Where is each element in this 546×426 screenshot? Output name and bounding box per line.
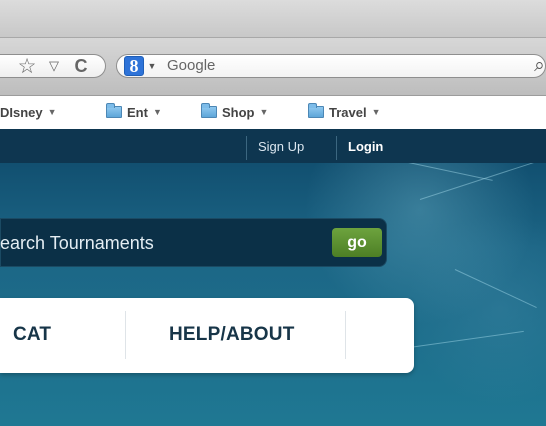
bookmark-disney[interactable]: DIsney ▼ [0,101,57,123]
search-icon[interactable]: ⌕ [533,55,546,76]
tournament-search-input[interactable]: earch Tournaments [0,233,154,254]
folder-icon [106,103,122,118]
star-icon[interactable]: ☆ [16,55,38,78]
bookmark-shop[interactable]: Shop ▼ [201,101,268,123]
search-input[interactable]: Google [167,57,215,74]
chevron-down-icon: ▼ [47,107,57,117]
bookmark-label: DIsney [0,104,43,120]
browser-window: ☆ ▽ C 8 ▼ Google ⌕ DIsney ▼ Ent ▼ Shop ▼… [0,0,546,426]
login-link[interactable]: Login [348,139,383,154]
bookmark-travel[interactable]: Travel ▼ [308,101,381,123]
browser-titlebar [0,0,546,38]
refresh-icon[interactable]: C [70,56,92,76]
map-line [454,269,537,308]
chevron-down-icon: ▼ [371,107,381,117]
map-line [394,330,524,350]
google-logo-icon[interactable]: 8 [124,56,144,76]
website-hero [0,129,546,426]
bookmark-ent[interactable]: Ent ▼ [106,101,162,123]
go-button[interactable]: go [332,228,382,257]
folder-icon [308,103,324,118]
bookmark-label: Travel [329,104,367,120]
signup-link[interactable]: Sign Up [258,139,304,154]
menu-divider [345,311,346,359]
chevron-down-icon: ▼ [152,107,162,117]
nav-divider [246,136,247,160]
menu-item-cat[interactable]: CAT [13,324,51,346]
menu-divider [125,311,126,359]
bookmark-label: Shop [222,104,255,120]
bookmark-label: Ent [127,104,148,120]
folder-icon [201,103,217,118]
menu-item-help-about[interactable]: HELP/ABOUT [169,324,295,346]
triangle-down-icon[interactable]: ▽ [46,56,62,76]
nav-divider [336,136,337,160]
chevron-down-icon: ▼ [259,107,269,117]
search-engine-dropdown-icon[interactable]: ▼ [147,56,157,76]
